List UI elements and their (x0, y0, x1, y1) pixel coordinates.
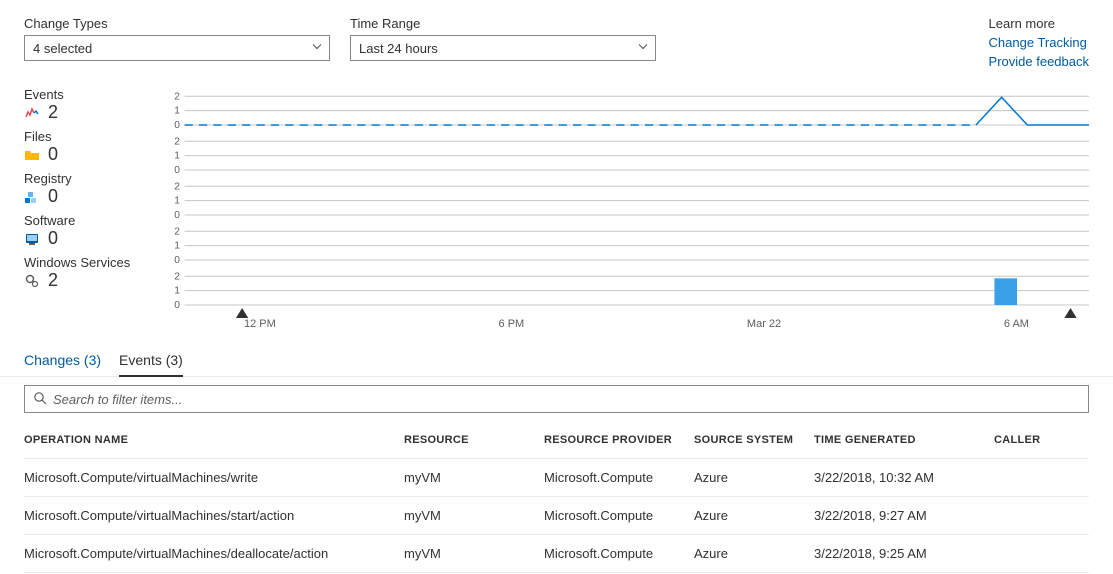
metric-events: Events 2 (24, 87, 154, 123)
cell-operation: Microsoft.Compute/virtualMachines/start/… (24, 508, 404, 523)
metric-events-value: 2 (48, 102, 58, 123)
col-caller: CALLER (994, 434, 1074, 446)
svg-text:2: 2 (174, 91, 180, 102)
col-resource: RESOURCE (404, 434, 544, 446)
table-row[interactable]: Microsoft.Compute/virtualMachines/deallo… (24, 535, 1089, 573)
col-provider: RESOURCE PROVIDER (544, 434, 694, 446)
search-icon (33, 391, 47, 408)
cell-source: Azure (694, 508, 814, 523)
cell-provider: Microsoft.Compute (544, 508, 694, 523)
chart-software: 2 1 0 (164, 222, 1089, 267)
col-operation: OPERATION NAME (24, 434, 404, 446)
tabs: Changes (3) Events (3) (0, 342, 1113, 377)
gear-icon (24, 273, 40, 289)
svg-text:0: 0 (174, 120, 180, 131)
metric-winsvc-value: 2 (48, 270, 58, 291)
svg-text:0: 0 (174, 255, 180, 266)
mini-charts: 2 1 0 2 1 0 2 (164, 87, 1089, 342)
cell-resource: myVM (404, 546, 544, 561)
change-types-dropdown[interactable]: 4 selected (24, 35, 330, 61)
change-types-label: Change Types (24, 16, 330, 31)
cell-source: Azure (694, 470, 814, 485)
svg-text:1: 1 (174, 241, 180, 252)
cell-operation: Microsoft.Compute/virtualMachines/write (24, 470, 404, 485)
chevron-down-icon (637, 41, 649, 56)
metric-registry-label: Registry (24, 171, 154, 186)
events-icon (24, 105, 40, 121)
cell-time: 3/22/2018, 9:25 AM (814, 546, 994, 561)
table-row[interactable]: Microsoft.Compute/virtualMachines/write … (24, 459, 1089, 497)
time-range-label: Time Range (350, 16, 656, 31)
metric-files-label: Files (24, 129, 154, 144)
metric-events-label: Events (24, 87, 154, 102)
chart-registry: 2 1 0 (164, 177, 1089, 222)
search-row (0, 377, 1113, 421)
time-range-dropdown[interactable]: Last 24 hours (350, 35, 656, 61)
svg-text:2: 2 (174, 271, 180, 282)
cell-time: 3/22/2018, 10:32 AM (814, 470, 994, 485)
metric-files: Files 0 (24, 129, 154, 165)
learn-more-heading: Learn more (989, 16, 1089, 31)
cell-source: Azure (694, 546, 814, 561)
svg-text:0: 0 (174, 210, 180, 221)
chart-files: 2 1 0 (164, 132, 1089, 177)
registry-icon (24, 189, 40, 205)
metric-software: Software 0 (24, 213, 154, 249)
provide-feedback-link[interactable]: Provide feedback (989, 54, 1089, 69)
svg-text:1: 1 (174, 286, 180, 297)
svg-text:2: 2 (174, 136, 180, 147)
cell-resource: myVM (404, 470, 544, 485)
svg-text:1: 1 (174, 106, 180, 117)
events-table: OPERATION NAME RESOURCE RESOURCE PROVIDE… (0, 421, 1113, 573)
svg-text:1: 1 (174, 196, 180, 207)
cell-provider: Microsoft.Compute (544, 470, 694, 485)
cell-operation: Microsoft.Compute/virtualMachines/deallo… (24, 546, 404, 561)
search-input[interactable] (53, 392, 1080, 407)
software-icon (24, 231, 40, 247)
col-time: TIME GENERATED (814, 434, 994, 446)
table-header: OPERATION NAME RESOURCE RESOURCE PROVIDE… (24, 421, 1089, 459)
change-types-filter: Change Types 4 selected (24, 16, 330, 69)
time-axis: 12 PM 6 PM Mar 22 6 AM (164, 312, 1089, 342)
folder-icon (24, 147, 40, 163)
change-types-value: 4 selected (33, 41, 92, 56)
table-row[interactable]: Microsoft.Compute/virtualMachines/start/… (24, 497, 1089, 535)
chart-area: Events 2 Files 0 Registry (0, 77, 1113, 342)
svg-text:0: 0 (174, 165, 180, 176)
col-source: SOURCE SYSTEM (694, 434, 814, 446)
time-range-value: Last 24 hours (359, 41, 438, 56)
chevron-down-icon (311, 41, 323, 56)
cell-provider: Microsoft.Compute (544, 546, 694, 561)
tab-events[interactable]: Events (3) (119, 346, 183, 376)
metric-windows-services: Windows Services 2 (24, 255, 154, 291)
metric-software-value: 0 (48, 228, 58, 249)
change-tracking-link[interactable]: Change Tracking (989, 35, 1089, 50)
metric-registry-value: 0 (48, 186, 58, 207)
metric-registry: Registry 0 (24, 171, 154, 207)
chart-events: 2 1 0 (164, 87, 1089, 132)
metric-software-label: Software (24, 213, 154, 228)
search-box[interactable] (24, 385, 1089, 413)
learn-more-panel: Learn more Change Tracking Provide feedb… (989, 16, 1089, 69)
cell-resource: myVM (404, 508, 544, 523)
svg-text:2: 2 (174, 181, 180, 192)
svg-text:1: 1 (174, 151, 180, 162)
filter-bar: Change Types 4 selected Time Range Last … (0, 0, 1113, 77)
cell-time: 3/22/2018, 9:27 AM (814, 508, 994, 523)
metrics-sidebar: Events 2 Files 0 Registry (24, 87, 154, 342)
svg-text:2: 2 (174, 226, 180, 237)
metric-winsvc-label: Windows Services (24, 255, 154, 270)
time-range-filter: Time Range Last 24 hours (350, 16, 656, 69)
metric-files-value: 0 (48, 144, 58, 165)
tab-changes[interactable]: Changes (3) (24, 346, 101, 376)
